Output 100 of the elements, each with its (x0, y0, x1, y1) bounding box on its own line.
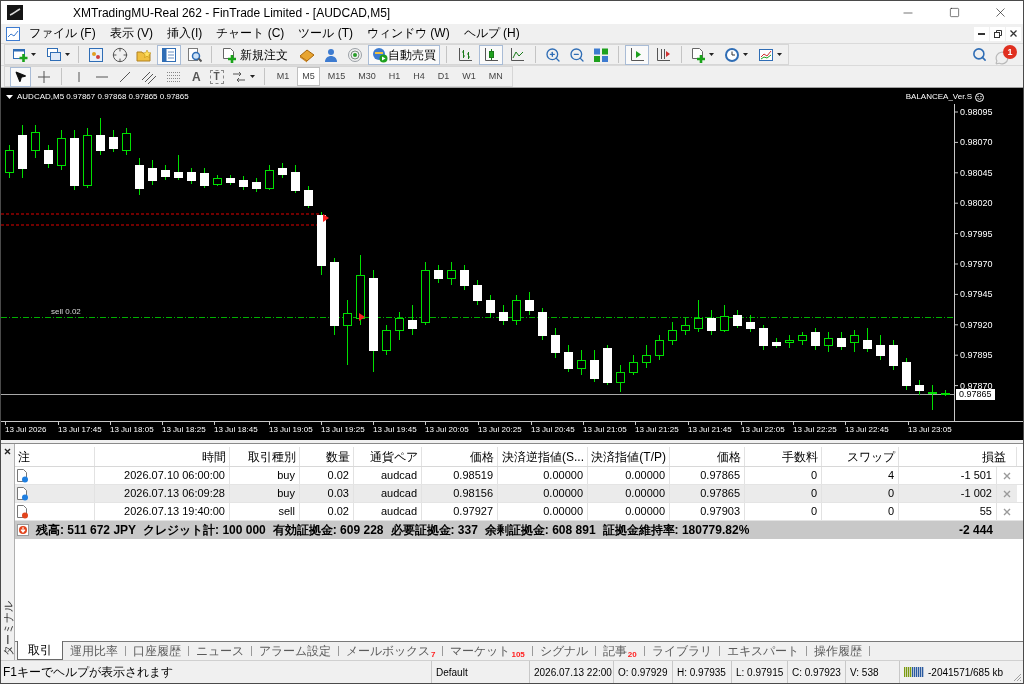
text-tool-button[interactable]: A (188, 67, 205, 86)
zoom-in-icon[interactable] (545, 46, 561, 63)
account-summary-item: クレジット計: 100 000 (143, 522, 266, 539)
column-header[interactable]: 価格 (670, 447, 745, 466)
chat-icon[interactable] (995, 50, 1009, 65)
timeframe-button[interactable]: MN (483, 67, 508, 86)
table-cell: 2026.07.13 06:09:28 (95, 485, 230, 502)
document-plus-icon[interactable] (690, 46, 706, 63)
tab[interactable]: シグナル (532, 642, 595, 660)
menu-item[interactable]: ファイル (F) (22, 25, 103, 42)
timeframe-button[interactable]: H4 (408, 67, 430, 86)
caret-icon[interactable] (743, 53, 748, 56)
new-order-button[interactable]: 新規注文 (218, 45, 291, 64)
tab[interactable]: 操作履歴 (806, 642, 869, 660)
minimize-icon[interactable] (978, 32, 985, 35)
column-header[interactable]: スワップ (822, 447, 899, 466)
timeframe-button[interactable]: M5 (297, 67, 320, 86)
menu-item[interactable]: ヘルプ (H) (456, 25, 527, 42)
status-traffic: -2041571/685 kb (928, 665, 1004, 680)
timeframe-button[interactable]: W1 (457, 67, 481, 86)
status-price: L: 0.97915 (736, 665, 784, 680)
maximize-icon[interactable] (948, 7, 960, 18)
status-price: H: 0.97935 (677, 665, 726, 680)
timeframe-button[interactable]: D1 (432, 67, 455, 86)
user-icon[interactable] (323, 46, 339, 63)
timeframe-button[interactable]: M1 (271, 67, 295, 86)
grid-icon[interactable] (593, 46, 609, 63)
account-summary-item: 残高: 511 672 JPY (36, 522, 137, 539)
close-icon[interactable] (4, 448, 11, 455)
menu-item[interactable]: チャート (C) (209, 25, 292, 42)
tab[interactable]: 口座履歴 (126, 642, 188, 660)
status-price: C: 0.97923 (792, 665, 841, 680)
status-price: V: 538 (850, 665, 879, 680)
account-summary-item: 余剰証拠金: 608 891 (484, 522, 596, 539)
document-magnifier-icon[interactable] (186, 46, 202, 63)
table-cell: 0 (745, 485, 822, 502)
bars-icon (904, 667, 924, 677)
resize-grip-icon[interactable] (1012, 672, 1022, 682)
tab[interactable]: 運用比率 (63, 642, 125, 660)
minimize-button[interactable] (974, 26, 989, 41)
column-header[interactable]: 取引種別 (230, 447, 300, 466)
unread-count: 7 (431, 650, 436, 659)
tab[interactable]: エキスパート (719, 642, 806, 660)
clock-icon[interactable] (724, 46, 740, 63)
table-cell: 0.00000 (498, 485, 588, 502)
column-header[interactable]: 通貨ペア (354, 447, 422, 466)
table-cell: 0.98156 (422, 485, 498, 502)
caret-icon[interactable] (709, 53, 714, 56)
account-summary-item: 有効証拠金: 609 228 (272, 522, 384, 539)
column-header[interactable]: 決済指値(T/P) (588, 447, 670, 466)
table-cell: -1 002 (899, 485, 997, 502)
table-cell: 0.03 (300, 485, 354, 502)
caret-icon[interactable] (777, 53, 782, 56)
caret-icon[interactable] (249, 75, 255, 78)
window-plus-icon[interactable] (12, 46, 28, 63)
window-title: XMTradingMU-Real 262 - FinTrade Limited - [AUDCAD,M5] (73, 4, 391, 22)
tab[interactable]: ライブラリ (644, 642, 719, 660)
search-icon[interactable] (972, 47, 987, 62)
diagonal-line-icon[interactable] (118, 69, 132, 84)
timeframe-button[interactable]: H1 (383, 67, 406, 86)
close-button[interactable] (1006, 26, 1021, 41)
zoom-out-icon[interactable] (569, 46, 585, 63)
caret-icon[interactable] (65, 53, 70, 56)
tab[interactable]: 取引 (17, 641, 63, 660)
chart-window-icon[interactable] (758, 46, 774, 63)
table-cell: 0.00000 (588, 485, 670, 502)
caret-icon[interactable] (31, 53, 36, 56)
menu-item[interactable]: ウィンドウ (W) (360, 25, 457, 42)
document-plus-icon[interactable] (221, 46, 237, 63)
dots-window-icon[interactable] (88, 46, 104, 63)
account-summary-item: 証拠金維持率: 180779.82% (602, 522, 750, 539)
column-header[interactable]: 注 (15, 447, 95, 466)
play-badge-icon[interactable] (372, 46, 388, 63)
unread-count: 105 (511, 650, 525, 659)
menu-item[interactable]: 挿入(I) (160, 25, 210, 42)
timeframe-button[interactable]: M30 (353, 67, 381, 86)
timeframe-button[interactable]: M15 (322, 67, 351, 86)
notification-count: 1 (1003, 44, 1017, 59)
close-icon[interactable] (1010, 30, 1017, 37)
column-header[interactable]: 数量 (300, 447, 354, 466)
panel-title: ターミナル (1, 600, 14, 656)
rings-icon[interactable] (347, 46, 363, 63)
column-header[interactable]: 損益 (899, 447, 1017, 466)
menu-item[interactable]: ツール (T) (291, 25, 360, 42)
status-price: O: 0.97929 (618, 665, 668, 680)
tab[interactable]: アラーム設定 (252, 642, 338, 660)
target-icon[interactable] (112, 46, 128, 63)
status-hint: F1キーでヘルプが表示されます (3, 664, 173, 681)
column-header[interactable]: 手数料 (745, 447, 822, 466)
status-bar-time: 2026.07.13 22:00 (534, 665, 612, 680)
tab[interactable]: ニュース (189, 642, 251, 660)
column-header[interactable]: 時間 (95, 447, 230, 466)
auto-trading-button[interactable]: 自動売買 (368, 44, 440, 65)
windows-icon[interactable] (46, 46, 62, 63)
chart-window-icon[interactable] (6, 26, 20, 41)
menu-item[interactable]: 表示 (V) (102, 25, 160, 42)
column-header[interactable]: 決済逆指値(S... (498, 447, 588, 466)
column-header[interactable]: 価格 (422, 447, 498, 466)
app-logo-icon (7, 5, 23, 20)
label-tool-button[interactable]: T (209, 69, 224, 84)
